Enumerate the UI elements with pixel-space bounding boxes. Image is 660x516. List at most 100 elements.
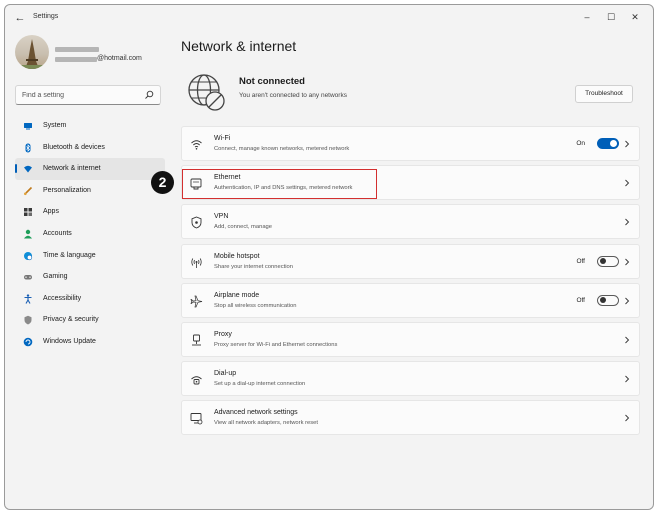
shield-icon (24, 316, 32, 325)
sidebar-item-label: Accounts (43, 229, 72, 237)
sidebar-item-label: Accessibility (43, 294, 82, 302)
maximize-button[interactable]: ☐ (599, 9, 623, 25)
card-subtitle: Share your internet connection (214, 263, 293, 270)
title-bar: ← Settings – ☐ ✕ (5, 5, 653, 31)
card-subtitle: View all network adapters, network reset (214, 420, 318, 427)
avatar (15, 35, 49, 69)
card-subtitle: Add, connect, manage (214, 224, 273, 231)
airplane-toggle-state: Off (576, 296, 585, 304)
settings-window: ← Settings – ☐ ✕ @hotmail.com System (4, 4, 654, 510)
chevron-right-icon (625, 179, 630, 187)
dialup-icon (191, 376, 202, 385)
card-subtitle: Set up a dial-up internet connection (214, 381, 306, 388)
sidebar-item-label: Network & internet (43, 165, 101, 173)
email-suffix: @hotmail.com (97, 55, 142, 62)
apps-icon (24, 208, 32, 217)
sidebar-nav: System Bluetooth & devices Network & int… (15, 115, 165, 353)
vpn-shield-icon (191, 216, 202, 229)
wifi-toggle-state: On (576, 140, 585, 147)
sidebar-item-label: Personalization (43, 186, 91, 194)
sidebar-item-label: Time & language (43, 251, 96, 259)
hotspot-toggle-state: Off (576, 257, 585, 265)
chevron-right-icon (625, 414, 630, 422)
chevron-right-icon (625, 336, 630, 344)
sidebar-item-personalization[interactable]: Personalization (15, 180, 165, 202)
sidebar-item-privacy[interactable]: Privacy & security (15, 309, 165, 331)
step-number-badge: 2 (151, 171, 174, 194)
connection-status-subtitle: You aren't connected to any networks (239, 92, 347, 99)
card-vpn[interactable]: VPN Add, connect, manage (181, 204, 640, 240)
card-title: Advanced network settings (214, 409, 298, 417)
chevron-right-icon (625, 258, 630, 265)
hotspot-toggle[interactable] (597, 255, 619, 267)
wifi-icon (24, 165, 32, 173)
card-subtitle: Proxy server for Wi-Fi and Ethernet conn… (214, 341, 338, 348)
advanced-network-icon (190, 413, 203, 425)
update-icon (23, 337, 33, 347)
wifi-toggle[interactable] (597, 138, 619, 149)
card-title: Proxy (214, 330, 232, 338)
search-icon[interactable] (144, 90, 154, 100)
page-title: Network & internet (181, 38, 297, 54)
chevron-right-icon (625, 219, 630, 226)
proxy-icon (192, 334, 201, 346)
toggle-knob (600, 258, 606, 265)
sidebar-item-label: System (43, 122, 67, 129)
card-wifi[interactable]: Wi-Fi Connect, manage known networks, me… (181, 126, 640, 161)
back-button[interactable]: ← (13, 11, 27, 25)
user-profile[interactable]: @hotmail.com (15, 35, 175, 75)
card-dial-up[interactable]: Dial-up Set up a dial-up internet connec… (181, 361, 640, 397)
sidebar-item-label: Windows Update (43, 337, 96, 345)
sidebar-item-time-language[interactable]: Time & language (15, 245, 165, 267)
airplane-toggle[interactable] (597, 294, 619, 306)
connection-status-title: Not connected (239, 76, 305, 87)
redacted-email (55, 57, 97, 62)
bluetooth-icon (25, 143, 31, 153)
sidebar-item-label: Gaming (43, 273, 68, 281)
card-title: Dial-up (214, 370, 237, 378)
card-airplane-mode[interactable]: Airplane mode Stop all wireless communic… (181, 282, 640, 318)
sidebar-item-apps[interactable]: Apps (15, 201, 165, 223)
sidebar-item-label: Apps (43, 208, 59, 216)
sidebar-item-label: Privacy & security (43, 316, 99, 324)
search-input[interactable] (22, 90, 140, 101)
card-subtitle: Connect, manage known networks, metered … (214, 146, 350, 152)
card-title: VPN (214, 213, 229, 221)
sidebar-item-windows-update[interactable]: Windows Update (15, 331, 165, 353)
accessibility-icon (24, 294, 32, 304)
globe-clock-icon (24, 251, 33, 260)
sidebar-item-system[interactable]: System (15, 115, 165, 137)
card-title: Mobile hotspot (214, 252, 260, 260)
sidebar-item-network[interactable]: Network & internet (15, 158, 165, 180)
card-mobile-hotspot[interactable]: Mobile hotspot Share your internet conne… (181, 243, 640, 279)
card-advanced-network-settings[interactable]: Advanced network settings View all netwo… (181, 400, 640, 436)
chevron-right-icon (625, 140, 630, 148)
wifi-icon (191, 140, 202, 150)
troubleshoot-button[interactable]: Troubleshoot (575, 85, 633, 103)
globe-disconnected-icon (188, 74, 225, 111)
sidebar-item-label: Bluetooth & devices (43, 143, 105, 151)
sidebar-item-accessibility[interactable]: Accessibility (15, 288, 165, 310)
toggle-knob (610, 140, 617, 147)
redacted-username (55, 47, 99, 52)
system-icon (24, 123, 32, 130)
search-box[interactable] (15, 85, 161, 105)
chevron-right-icon (625, 297, 630, 305)
close-button[interactable]: ✕ (623, 9, 647, 25)
sidebar-item-gaming[interactable]: Gaming (15, 266, 165, 288)
sidebar-item-bluetooth[interactable]: Bluetooth & devices (15, 137, 165, 159)
chevron-right-icon (625, 375, 630, 383)
hotspot-icon (191, 257, 202, 268)
card-subtitle: Stop all wireless communication (214, 302, 297, 309)
gamepad-icon (24, 275, 32, 280)
sidebar-item-accounts[interactable]: Accounts (15, 223, 165, 245)
app-title: Settings (33, 13, 59, 20)
ethernet-highlight-box (182, 169, 377, 199)
minimize-button[interactable]: – (575, 9, 599, 25)
person-icon (24, 229, 32, 239)
card-proxy[interactable]: Proxy Proxy server for Wi-Fi and Etherne… (181, 321, 640, 357)
airplane-icon (190, 295, 203, 308)
brush-icon (24, 186, 33, 195)
toggle-knob (600, 297, 606, 304)
card-title: Wi-Fi (214, 135, 231, 142)
